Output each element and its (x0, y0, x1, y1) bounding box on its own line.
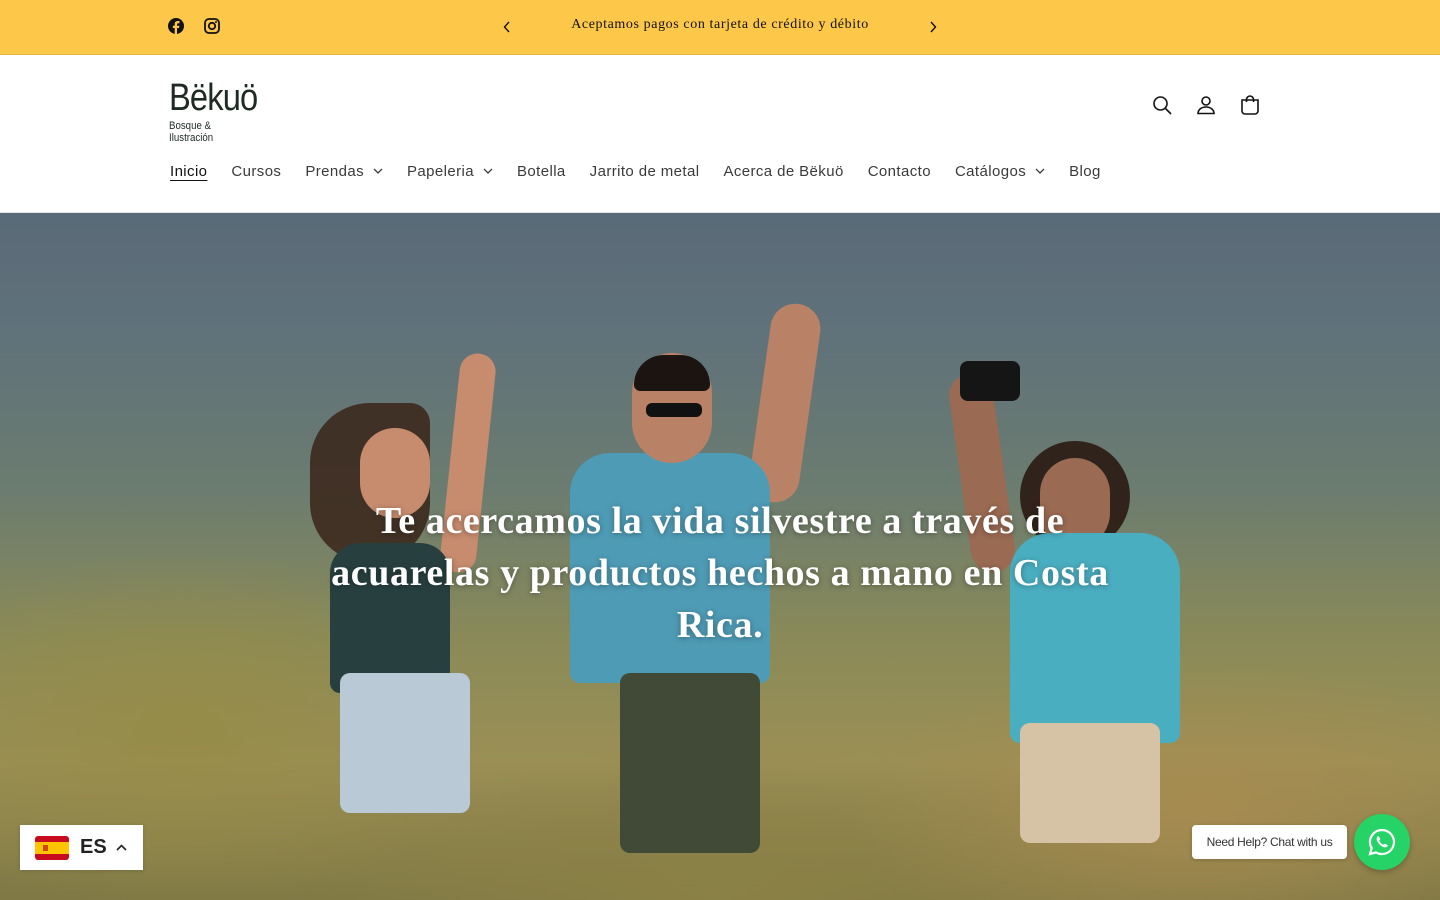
hero-title: Te acercamos la vida silvestre a través … (331, 500, 1109, 646)
announcement-text: Aceptamos pagos con tarjeta de crédito y… (571, 17, 869, 32)
nav-item-papeleria[interactable]: Papeleria (407, 163, 493, 180)
social-links (168, 18, 220, 34)
nav-item-contacto[interactable]: Contacto (868, 163, 931, 180)
photo-shape (646, 403, 702, 417)
main-nav: Inicio Cursos Prendas Papeleria Botella … (170, 161, 1125, 181)
nav-item-inicio[interactable]: Inicio (170, 163, 207, 180)
nav-item-label: Botella (517, 162, 566, 180)
photo-shape (340, 673, 470, 813)
language-selector[interactable]: ES (20, 825, 143, 870)
photo-shape (1020, 723, 1160, 843)
facebook-icon[interactable] (168, 18, 184, 34)
nav-item-catalogos[interactable]: Catálogos (955, 163, 1045, 180)
nav-item-blog[interactable]: Blog (1069, 163, 1101, 180)
nav-item-label: Inicio (170, 162, 208, 180)
header-actions (1150, 93, 1262, 117)
nav-item-label: Cursos (231, 162, 282, 180)
whatsapp-icon (1368, 828, 1396, 856)
nav-item-label: Acerca de Bëkuö (723, 162, 844, 180)
hero-banner: Te acercamos la vida silvestre a través … (0, 213, 1440, 900)
logo[interactable]: Bëkuö Bosque & Ilustración (169, 77, 269, 144)
site-header: Bëkuö Bosque & Ilustración Inicio Cursos… (0, 55, 1440, 213)
nav-item-cursos[interactable]: Cursos (231, 163, 281, 180)
announcement-next-button[interactable] (923, 17, 943, 37)
photo-shape (620, 673, 760, 853)
language-code: ES (80, 836, 107, 858)
nav-item-label: Catálogos (954, 162, 1027, 180)
nav-item-label: Papeleria (407, 162, 474, 180)
nav-item-label: Prendas (305, 162, 365, 180)
nav-item-prendas[interactable]: Prendas (305, 163, 383, 180)
nav-item-label: Contacto (867, 162, 931, 180)
chevron-up-icon (116, 844, 127, 851)
nav-item-jarrito[interactable]: Jarrito de metal (590, 163, 700, 180)
spain-flag-icon (35, 835, 69, 860)
nav-item-label: Blog (1069, 162, 1101, 180)
photo-shape (960, 361, 1020, 401)
chevron-down-icon (483, 168, 493, 174)
nav-item-acerca[interactable]: Acerca de Bëkuö (723, 163, 843, 180)
nav-item-label: Jarrito de metal (589, 162, 700, 180)
whatsapp-help-bubble[interactable]: Need Help? Chat with us (1192, 825, 1347, 859)
logo-wordmark: Bëkuö (169, 77, 258, 119)
announcement-bar: Aceptamos pagos con tarjeta de crédito y… (0, 0, 1440, 55)
announcement-prev-button[interactable] (497, 17, 517, 37)
whatsapp-chat-button[interactable] (1354, 814, 1410, 870)
account-icon[interactable] (1194, 93, 1218, 117)
nav-item-botella[interactable]: Botella (517, 163, 566, 180)
chevron-down-icon (1035, 168, 1045, 174)
chevron-down-icon (373, 168, 383, 174)
search-icon[interactable] (1150, 93, 1174, 117)
instagram-icon[interactable] (204, 18, 220, 34)
cart-icon[interactable] (1238, 93, 1262, 117)
photo-shape (634, 355, 710, 391)
logo-tagline: Bosque & Ilustración (169, 120, 214, 144)
